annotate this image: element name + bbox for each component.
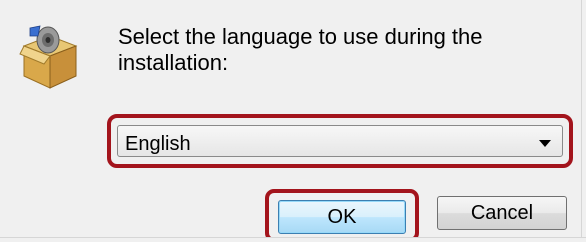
language-select[interactable]: English [117, 125, 563, 157]
ok-button-highlight: OK [265, 189, 419, 242]
dialog-prompt: Select the language to use during the in… [118, 24, 483, 75]
language-select-highlight: English [107, 114, 573, 168]
chevron-down-icon[interactable] [538, 136, 552, 148]
installer-box-icon [18, 24, 82, 90]
window-edge-bottom [0, 237, 586, 242]
window-edge-right [581, 0, 586, 242]
language-select-value: English [125, 133, 191, 155]
ok-button[interactable]: OK [278, 200, 406, 234]
cancel-button[interactable]: Cancel [437, 196, 567, 230]
language-dialog: Select the language to use during the in… [0, 0, 586, 242]
